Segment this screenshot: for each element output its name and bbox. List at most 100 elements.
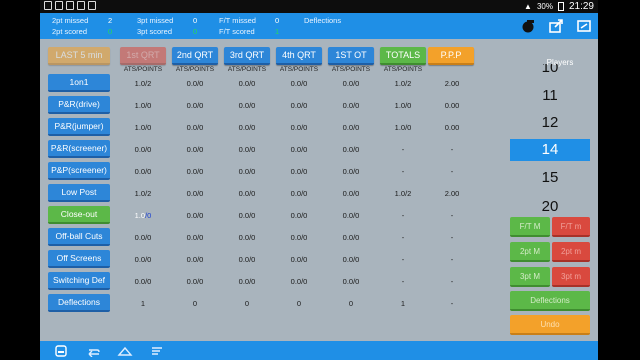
table-cell: 0.0/0: [290, 233, 308, 242]
ft-miss-button[interactable]: F/T m: [552, 217, 590, 237]
table-cell: -: [401, 167, 405, 176]
table-cell: 0.0/0: [290, 123, 308, 132]
notification-icons: [44, 1, 96, 10]
table-cell: 0.0/0: [342, 79, 360, 88]
stat-3pt-missed: 3pt missed 0: [137, 16, 198, 25]
two-pt-miss-button[interactable]: 2pt m: [552, 242, 590, 262]
table-cell: 0.0/0: [238, 233, 256, 242]
table-cell: 0.0/0: [238, 101, 256, 110]
table-cell: 0.0/0: [186, 101, 204, 110]
three-pt-miss-button[interactable]: 3pt m: [552, 267, 590, 287]
row-button[interactable]: P&R(jumper): [48, 118, 110, 136]
table-cell: 1.0/0: [134, 101, 152, 110]
table-cell: 0.0/0: [342, 277, 360, 286]
stat-2pt-scored: 2pt scored 0: [52, 27, 113, 36]
table-cell: 1.0/0: [134, 123, 152, 132]
column-subheader: ATS/POINTS: [383, 66, 423, 73]
table-cell: 0.0/0: [186, 211, 204, 220]
table-cell: -: [450, 277, 454, 286]
table-cell: 0.00: [444, 123, 460, 132]
table-cell: 1: [140, 299, 146, 308]
table-cell: 0: [192, 299, 198, 308]
notification-icon: [66, 1, 74, 10]
tab-3rd-qrt[interactable]: 3rd QRT: [224, 47, 270, 65]
notification-icon: [88, 1, 96, 10]
table-cell: 0.0/0: [186, 277, 204, 286]
table-cell: 1.0/2: [394, 189, 412, 198]
row-button[interactable]: Off-ball Cuts: [48, 228, 110, 246]
table-cell: 0.0/0: [290, 145, 308, 154]
table-cell: -: [401, 145, 405, 154]
player-number[interactable]: 11: [510, 85, 590, 107]
table-cell: 0.0/0: [342, 123, 360, 132]
ft-made-button[interactable]: F/T M: [510, 217, 550, 237]
row-button[interactable]: Low Post: [48, 184, 110, 202]
row-button[interactable]: P&R(drive): [48, 96, 110, 114]
back-icon[interactable]: [82, 343, 104, 358]
table-cell: 0.0/0: [238, 255, 256, 264]
export-icon[interactable]: [574, 16, 594, 36]
table-cell: 0.0/0: [186, 79, 204, 88]
home-icon[interactable]: [114, 343, 136, 358]
tab-4th-qrt[interactable]: 4th QRT: [276, 47, 322, 65]
tab-1st-ot[interactable]: 1ST OT: [328, 47, 374, 65]
table-cell: 0.0/0: [186, 233, 204, 242]
table-cell: 0.0/0: [342, 233, 360, 242]
table-cell: 0.0/0: [134, 233, 152, 242]
table-cell: 0.0/0: [238, 277, 256, 286]
player-number[interactable]: 14: [510, 139, 590, 161]
share-icon[interactable]: [546, 16, 566, 36]
tab-last-5-min[interactable]: LAST 5 min: [48, 47, 110, 65]
row-button[interactable]: P&R(screener): [48, 140, 110, 158]
table-cell: -: [450, 299, 454, 308]
player-number[interactable]: 12: [510, 112, 590, 134]
stat-3pt-scored: 3pt scored 0: [137, 27, 198, 36]
table-cell: 2.00: [444, 79, 460, 88]
table-cell: 1.0/2: [134, 189, 152, 198]
whistle-icon[interactable]: [518, 16, 538, 36]
stats-summary-bar: 2pt missed 2 2pt scored 0 3pt missed 0 3…: [40, 13, 598, 39]
table-cell: 0.0/0: [186, 145, 204, 154]
row-button[interactable]: 1on1: [48, 74, 110, 92]
row-button[interactable]: P&P(screener): [48, 162, 110, 180]
table-cell: 0.0/0: [290, 167, 308, 176]
stat-ft-missed: F/T missed 0: [219, 16, 280, 25]
row-button[interactable]: Deflections: [48, 294, 110, 312]
table-cell: -: [450, 167, 454, 176]
tab-1st-qrt[interactable]: 1st QRT: [120, 47, 166, 65]
table-cell: 0.0/0: [134, 255, 152, 264]
row-button[interactable]: Close-out: [48, 206, 110, 224]
player-number[interactable]: 10: [510, 64, 590, 76]
table-cell: 0.0/0: [186, 167, 204, 176]
table-cell: 1: [400, 299, 406, 308]
table-cell: 0.0/0: [134, 277, 152, 286]
row-button[interactable]: Off Screens: [48, 250, 110, 268]
player-number[interactable]: 20: [510, 196, 590, 218]
table-cell: 0: [296, 299, 302, 308]
stat-ft-scored: F/T scored 1: [219, 27, 280, 36]
table-cell: 0.0/0: [290, 189, 308, 198]
table-cell: -: [450, 255, 454, 264]
table-cell: 1.0/0: [394, 101, 412, 110]
table-cell: 0.0/0: [186, 255, 204, 264]
table-cell: 0.0/0: [134, 167, 152, 176]
table-cell: 0.0/0: [342, 255, 360, 264]
tab-totals[interactable]: TOTALS: [380, 47, 426, 65]
app-switch-icon[interactable]: [50, 343, 72, 358]
two-pt-made-button[interactable]: 2pt M: [510, 242, 550, 262]
column-subheader: ATS/POINTS: [279, 66, 319, 73]
tab-ppp[interactable]: P.P.P: [428, 47, 474, 65]
tab-2nd-qrt[interactable]: 2nd QRT: [172, 47, 218, 65]
table-cell: 2.00: [444, 189, 460, 198]
deflections-button[interactable]: Deflections: [510, 291, 590, 311]
row-button[interactable]: Switching Def: [48, 272, 110, 290]
table-cell: 0.0/0: [238, 145, 256, 154]
table-cell: -: [450, 145, 454, 154]
column-subheader: ATS/POINTS: [331, 66, 371, 73]
table-cell: 0.00: [444, 101, 460, 110]
menu-icon[interactable]: [146, 343, 168, 358]
player-number[interactable]: 15: [510, 167, 590, 189]
undo-button[interactable]: Undo: [510, 315, 590, 335]
three-pt-made-button[interactable]: 3pt M: [510, 267, 550, 287]
column-subheader: ATS/POINTS: [227, 66, 267, 73]
